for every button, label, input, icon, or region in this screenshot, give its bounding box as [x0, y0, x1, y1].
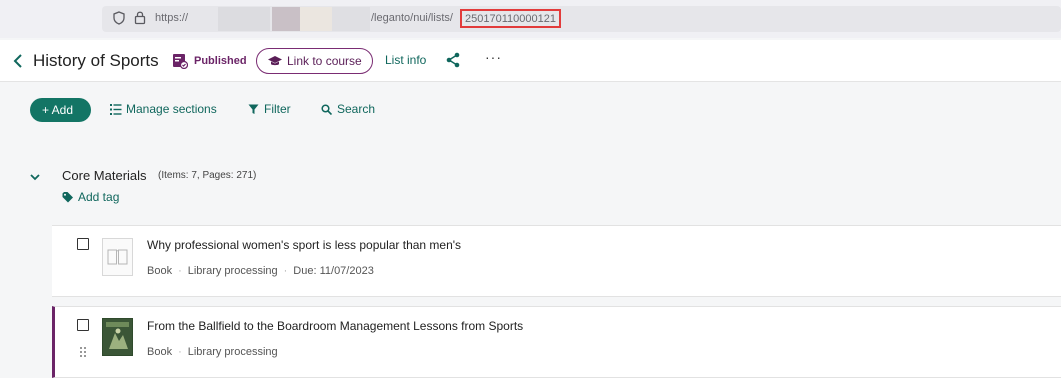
url-list-id-highlight: 250170110000121	[460, 9, 561, 28]
item-title[interactable]: From the Ballfield to the Boardroom Mana…	[147, 319, 523, 333]
item-status: Library processing	[187, 346, 278, 358]
list-item-selected[interactable]: From the Ballfield to the Boardroom Mana…	[52, 306, 1061, 378]
page-title: History of Sports	[33, 51, 159, 70]
book-placeholder-thumbnail	[102, 238, 133, 276]
item-status: Library processing	[187, 265, 278, 277]
search-icon	[321, 104, 332, 115]
item-title[interactable]: Why professional women's sport is less p…	[147, 238, 461, 252]
share-icon[interactable]	[445, 52, 461, 68]
item-due-date: Due: 11/07/2023	[293, 265, 374, 277]
published-icon	[173, 54, 188, 69]
more-options-button[interactable]: ···	[485, 49, 502, 65]
list-header: History of Sports Published Link to cour…	[0, 40, 1061, 82]
list-item[interactable]: Why professional women's sport is less p…	[52, 225, 1061, 297]
item-type: Book	[147, 265, 173, 277]
url-path: /leganto/nui/lists/	[371, 12, 453, 24]
tag-icon	[62, 192, 73, 203]
search-label: Search	[337, 102, 376, 116]
drag-handle-icon[interactable]	[80, 347, 86, 357]
section-title: Core Materials	[62, 168, 147, 183]
filter-icon	[248, 104, 259, 114]
url-protocol: https://	[155, 12, 189, 24]
graduation-cap-icon	[268, 56, 282, 66]
add-button-label: + Add	[42, 103, 74, 117]
book-icon	[107, 249, 128, 265]
url-redacted-block	[272, 7, 300, 31]
link-to-course-button[interactable]: Link to course	[256, 48, 373, 74]
filter-label: Filter	[264, 102, 291, 116]
back-chevron-icon[interactable]	[13, 53, 23, 69]
book-cover-thumbnail	[102, 318, 133, 356]
section-meta: (Items: 7, Pages: 271)	[158, 170, 257, 181]
shield-icon[interactable]	[113, 11, 125, 25]
status-badge: Published	[194, 55, 247, 67]
lock-icon[interactable]	[134, 10, 146, 25]
collapse-chevron-icon[interactable]	[29, 173, 41, 181]
add-tag-label: Add tag	[78, 190, 120, 204]
url-redacted-block	[218, 7, 270, 31]
url-redacted-block	[300, 7, 332, 31]
book-cover-image	[103, 319, 132, 355]
item-type: Book	[147, 346, 173, 358]
link-to-course-label: Link to course	[287, 54, 362, 68]
add-button[interactable]: + Add	[30, 98, 91, 122]
item-meta: Book · Library processing	[147, 346, 278, 358]
browser-url-bar: https:// /leganto/nui/lists/ 25017011000…	[0, 0, 1061, 38]
item-checkbox[interactable]	[77, 238, 89, 250]
item-checkbox[interactable]	[77, 319, 89, 331]
list-icon	[110, 104, 122, 115]
manage-sections-label: Manage sections	[126, 102, 217, 116]
url-redacted-block	[332, 7, 370, 31]
list-info-link[interactable]: List info	[385, 53, 426, 67]
item-meta: Book · Library processing · Due: 11/07/2023	[147, 265, 374, 277]
